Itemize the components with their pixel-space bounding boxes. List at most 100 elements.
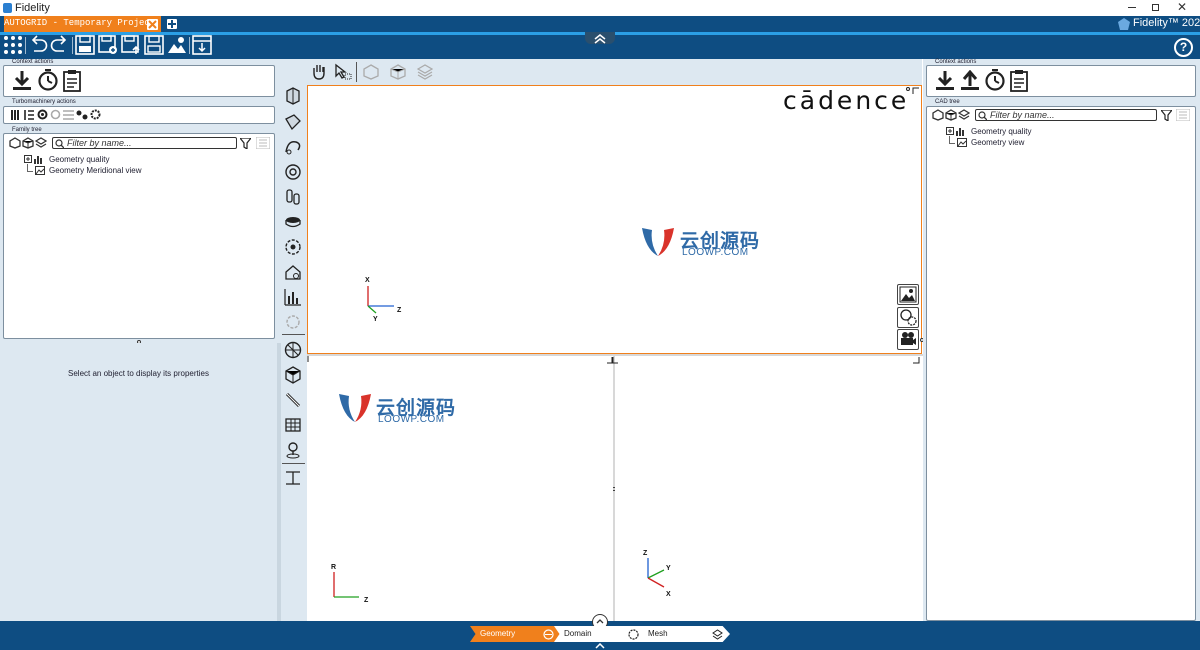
tree-connector	[27, 171, 33, 172]
hand-pan-icon[interactable]	[311, 63, 327, 80]
save-as-icon[interactable]	[98, 35, 118, 55]
axis-label-right: Z	[364, 597, 369, 604]
layers-icon[interactable]	[958, 109, 970, 121]
layers-icon[interactable]	[35, 137, 47, 149]
tree-expand-icon[interactable]	[24, 155, 32, 163]
filter-funnel-icon[interactable]	[1161, 110, 1172, 121]
connect-icon[interactable]	[76, 110, 88, 120]
axis-triad	[325, 566, 365, 602]
tree-item-geometry-quality[interactable]: Geometry quality	[971, 127, 1031, 136]
upload-icon[interactable]	[959, 70, 981, 92]
layers-disabled-icon	[417, 64, 433, 80]
axis-triad	[360, 282, 400, 322]
measure-tool-icon[interactable]	[284, 391, 302, 409]
rotor-tool-icon[interactable]	[284, 163, 302, 181]
project-tab[interactable]: AUTOGRID - Temporary Project	[4, 16, 161, 32]
snapshot-icon[interactable]	[167, 35, 187, 55]
expand-bottom-chevron-icon[interactable]	[595, 643, 605, 649]
registered-mark-icon	[906, 87, 910, 91]
compass-tool-icon[interactable]	[284, 341, 302, 359]
help-button[interactable]: ?	[1174, 38, 1193, 57]
bar-chart-tool-icon[interactable]	[284, 288, 302, 306]
undo-icon[interactable]	[28, 35, 48, 55]
blade-rows-icon[interactable]	[11, 110, 21, 120]
timer-icon[interactable]	[37, 69, 59, 91]
shaft-tool-icon[interactable]	[284, 188, 302, 206]
maximize-viewport-icon[interactable]	[611, 356, 619, 364]
close-window-icon[interactable]: ✕	[1177, 0, 1187, 14]
tree-expand-icon[interactable]	[946, 127, 954, 135]
cad-tree-box	[926, 106, 1196, 621]
gear-group-icon[interactable]	[284, 238, 302, 256]
project-tab-label: AUTOGRID - Temporary Project	[4, 18, 156, 28]
location-pin-icon[interactable]	[284, 441, 302, 459]
minimize-icon[interactable]	[1128, 7, 1136, 8]
stages-icon[interactable]	[24, 110, 34, 120]
apps-grid-icon[interactable]	[3, 35, 23, 55]
close-tab-icon[interactable]	[147, 19, 158, 30]
list-disabled-icon	[63, 110, 74, 120]
clipboard-icon[interactable]	[1010, 70, 1028, 92]
watermark-en: LOOWP.COM	[682, 247, 749, 258]
cube-icon[interactable]	[22, 137, 34, 149]
clipboard-icon[interactable]	[63, 70, 81, 92]
curve-tool-icon[interactable]	[284, 138, 302, 156]
workflow-step-mesh-label: Mesh	[648, 629, 668, 638]
bar-chart-icon	[34, 155, 44, 164]
workflow-step-geometry-label: Geometry	[480, 629, 516, 638]
surface-tool-icon[interactable]	[284, 113, 302, 131]
tree-item-geometry-quality[interactable]: Geometry quality	[49, 155, 109, 164]
cad-tree-filter-placeholder: Filter by name...	[990, 110, 1055, 120]
project-tab-bar	[0, 16, 1200, 32]
grid-block-icon[interactable]	[284, 416, 302, 434]
axis-label-up: Z	[643, 550, 648, 557]
box-tool-icon[interactable]	[284, 366, 302, 384]
snapshot-image-icon[interactable]	[897, 284, 919, 305]
download-icon[interactable]	[11, 70, 33, 92]
image-icon	[957, 138, 967, 147]
filter-funnel-icon[interactable]	[240, 138, 251, 149]
view-cube-disabled-icon	[363, 64, 379, 80]
redo-icon[interactable]	[50, 35, 70, 55]
add-tab-icon[interactable]	[167, 19, 177, 29]
brand-label: Fidelity™ 2023.1	[1118, 16, 1200, 32]
camera-record-icon[interactable]	[897, 329, 919, 350]
export-icon[interactable]	[121, 35, 141, 55]
maximize-viewport-icon[interactable]	[912, 87, 920, 95]
workflow-step-mesh[interactable]: Mesh	[638, 626, 730, 642]
restore-icon[interactable]	[1152, 4, 1159, 11]
disk-tool-icon[interactable]	[284, 213, 302, 231]
workflow-step-geometry[interactable]: Geometry	[470, 626, 562, 642]
clear-list-icon	[256, 137, 270, 149]
axis-label-down: Y	[373, 316, 378, 323]
rotor-icon[interactable]	[37, 109, 48, 120]
collapse-toolbar-button[interactable]	[585, 32, 615, 44]
dimension-tool-icon[interactable]	[284, 469, 302, 487]
title-bar	[0, 0, 1200, 16]
cadence-logo: cādence	[783, 86, 910, 115]
maximize-viewport-icon[interactable]	[912, 356, 920, 364]
cad-tree-filter-input[interactable]: Filter by name...	[975, 109, 1157, 121]
toolbar-divider	[72, 37, 73, 54]
save-icon[interactable]	[75, 35, 95, 55]
watermark-en: LOOWP.COM	[378, 414, 445, 425]
cube-settings-icon[interactable]	[9, 137, 21, 149]
cube-settings-icon[interactable]	[932, 109, 944, 121]
blade-tool-icon[interactable]	[284, 87, 302, 105]
view-settings-icon[interactable]	[897, 307, 919, 328]
image-icon	[35, 166, 45, 175]
family-tree-filter-placeholder: Filter by name...	[67, 138, 132, 148]
tree-item-geometry-view[interactable]: Geometry view	[971, 138, 1024, 147]
select-pointer-icon[interactable]	[334, 63, 352, 80]
gear-icon[interactable]	[90, 109, 101, 120]
save-all-icon[interactable]	[144, 35, 164, 55]
tree-item-geometry-meridional-view[interactable]: Geometry Meridional view	[49, 166, 141, 175]
workflow-step-domain[interactable]: Domain	[554, 626, 646, 642]
properties-panel	[0, 343, 277, 621]
download-icon[interactable]	[934, 70, 956, 92]
house-search-icon[interactable]	[284, 263, 302, 281]
cube-icon[interactable]	[945, 109, 957, 121]
timer-icon[interactable]	[984, 69, 1006, 91]
family-tree-filter-input[interactable]: Filter by name...	[52, 137, 237, 149]
import-icon[interactable]	[192, 35, 212, 55]
